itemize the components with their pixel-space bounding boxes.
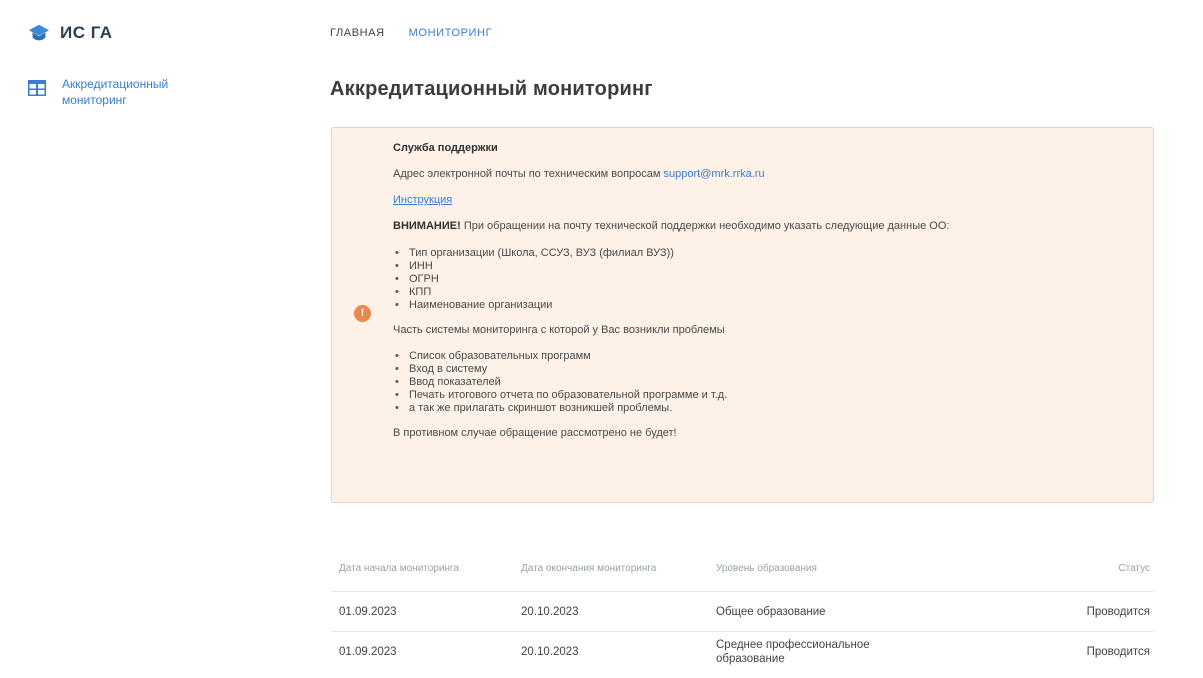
notice-footer: В противном случае обращение рассмотрено… bbox=[393, 427, 677, 439]
cell-end-date: 20.10.2023 bbox=[521, 645, 579, 658]
app-title: ИС ГА bbox=[60, 23, 113, 42]
exclamation-circle-icon: ! bbox=[354, 305, 371, 322]
support-email-link[interactable]: support@mrk.rrka.ru bbox=[664, 168, 765, 180]
table-grid-icon bbox=[28, 80, 46, 96]
cell-start-date: 01.09.2023 bbox=[339, 645, 397, 658]
column-header-education-level[interactable]: Уровень образования bbox=[716, 562, 1036, 575]
cell-education-level: Среднее профессиональное образование bbox=[716, 638, 870, 665]
list-item: Тип организации (Школа, ССУЗ, ВУЗ (филиа… bbox=[393, 247, 1133, 260]
cell-start-date: 01.09.2023 bbox=[339, 605, 397, 618]
nav-monitoring[interactable]: МОНИТОРИНГ bbox=[409, 27, 493, 39]
support-email-text: Адрес электронной почты по техническим в… bbox=[393, 168, 661, 180]
column-header-end-date[interactable]: Дата окончания мониторинга bbox=[521, 562, 716, 575]
warning-message: При обращении на почту технической подде… bbox=[463, 220, 950, 232]
table-header: Дата начала мониторинга Дата окончания м… bbox=[331, 545, 1154, 591]
nav-home[interactable]: ГЛАВНАЯ bbox=[330, 27, 385, 39]
list-item: а так же прилагать скриншот возникшей пр… bbox=[393, 402, 1133, 415]
sidebar: Аккредитационный мониторинг bbox=[28, 76, 258, 108]
list-item: Ввод показателей bbox=[393, 376, 1133, 389]
table-row[interactable]: 01.09.2023 20.10.2023 Общее образование … bbox=[331, 591, 1154, 631]
list-item: Вход в систему bbox=[393, 363, 1133, 376]
required-data-list: Тип организации (Школа, ССУЗ, ВУЗ (филиа… bbox=[393, 247, 1133, 312]
problem-intro: Часть системы мониторинга с которой у Ва… bbox=[393, 324, 725, 336]
list-item: Печать итогового отчета по образовательн… bbox=[393, 389, 1133, 402]
monitoring-table: Дата начала мониторинга Дата окончания м… bbox=[331, 545, 1154, 671]
column-header-status[interactable]: Статус bbox=[1036, 562, 1154, 575]
list-item: Список образовательных программ bbox=[393, 350, 1133, 363]
column-header-start-date[interactable]: Дата начала мониторинга bbox=[331, 562, 521, 575]
notice-body: Служба поддержки Адрес электронной почты… bbox=[393, 142, 1133, 439]
graduation-cap-icon bbox=[28, 24, 50, 41]
support-email-line: Адрес электронной почты по техническим в… bbox=[393, 168, 1133, 180]
cell-end-date: 20.10.2023 bbox=[521, 605, 579, 618]
warning-text: ВНИМАНИЕ! При обращении на почту техниче… bbox=[393, 220, 1133, 233]
table-row[interactable]: 01.09.2023 20.10.2023 Среднее профессион… bbox=[331, 631, 1154, 671]
warning-label: ВНИМАНИЕ! bbox=[393, 220, 461, 232]
support-notice: ! Служба поддержки Адрес электронной поч… bbox=[331, 127, 1154, 503]
list-item: ИНН bbox=[393, 260, 1133, 273]
cell-status: Проводится bbox=[1086, 645, 1150, 658]
notice-title: Служба поддержки bbox=[393, 142, 498, 154]
sidebar-item-accreditation-monitoring[interactable]: Аккредитационный мониторинг bbox=[28, 76, 258, 108]
cell-status: Проводится bbox=[1086, 605, 1150, 618]
problem-parts-list: Список образовательных программ Вход в с… bbox=[393, 350, 1133, 415]
cell-education-level: Общее образование bbox=[716, 605, 826, 618]
page-title: Аккредитационный мониторинг bbox=[330, 78, 653, 100]
list-item: Наименование организации bbox=[393, 299, 1133, 312]
instruction-link[interactable]: Инструкция bbox=[393, 194, 452, 206]
instruction-line: Инструкция bbox=[393, 194, 1133, 206]
list-item: ОГРН bbox=[393, 273, 1133, 286]
list-item: КПП bbox=[393, 286, 1133, 299]
sidebar-item-label: Аккредитационный мониторинг bbox=[62, 77, 169, 107]
app-logo[interactable]: ИС ГА bbox=[28, 22, 113, 44]
top-navigation: ГЛАВНАЯ МОНИТОРИНГ bbox=[330, 27, 492, 39]
